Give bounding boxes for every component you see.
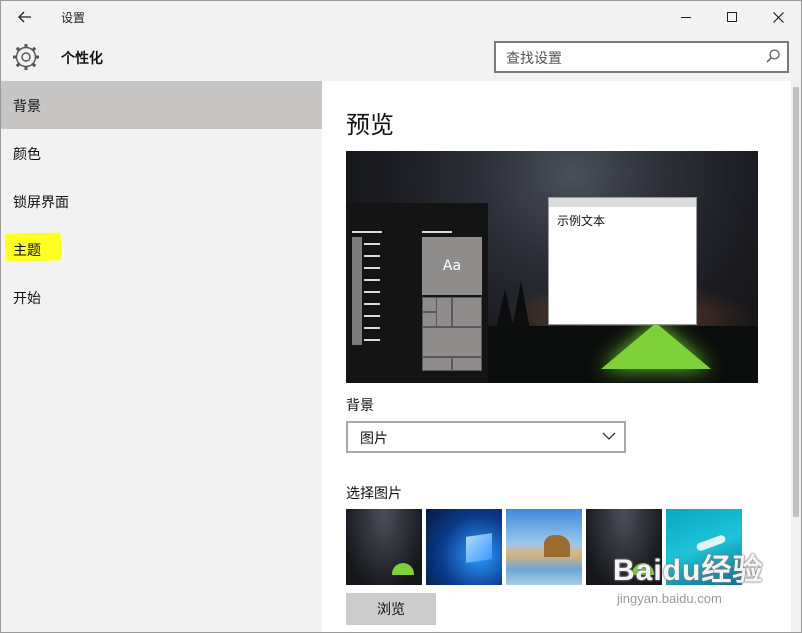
sidebar-item-label: 背景 [13, 99, 41, 115]
watermark-brand: Baidu经验 [613, 554, 764, 587]
browse-button[interactable]: 浏览 [346, 593, 436, 625]
tile-header-line [422, 231, 452, 233]
thumbnail-night-sky[interactable] [346, 509, 422, 585]
sample-window: 示例文本 [548, 197, 697, 325]
search-placeholder: 查找设置 [506, 51, 562, 67]
window-title: 设置 [61, 11, 86, 25]
close-button[interactable] [755, 1, 801, 33]
back-button[interactable] [9, 5, 41, 29]
maximize-icon [727, 12, 737, 22]
gear-icon [13, 44, 39, 70]
sidebar-item-start[interactable]: 开始 [1, 273, 322, 321]
chevron-down-icon [602, 432, 616, 440]
start-menu-line [364, 255, 380, 257]
start-menu-line [364, 243, 380, 245]
live-tile: Aa [422, 237, 482, 295]
start-menu-line [364, 315, 380, 317]
start-menu-line [364, 267, 380, 269]
sample-text: 示例文本 [557, 214, 606, 228]
start-menu-line [364, 327, 380, 329]
tile-grid [422, 297, 482, 371]
scrollbar-thumb[interactable] [793, 87, 799, 517]
start-menu-line [364, 339, 380, 341]
watermark: Baidu经验 jingyan.baidu.com [613, 545, 783, 615]
sidebar-item-label: 主题 [13, 243, 41, 259]
sidebar-item-lock-screen[interactable]: 锁屏界面 [1, 177, 322, 225]
background-select[interactable]: 图片 [346, 421, 626, 453]
preview-heading: 预览 [346, 111, 394, 139]
preview-image: Aa 示例文本 [346, 151, 758, 383]
start-menu-line [352, 231, 382, 233]
background-select-value: 图片 [360, 431, 388, 447]
page-header: 个性化 查找设置 [1, 33, 801, 81]
search-icon[interactable] [765, 48, 781, 64]
search-input[interactable]: 查找设置 [494, 41, 789, 73]
sidebar-item-label: 开始 [13, 291, 41, 307]
sidebar-item-label: 颜色 [13, 147, 41, 163]
close-icon [772, 11, 784, 23]
title-bar: 设置 [1, 1, 801, 33]
watermark-url: jingyan.baidu.com [617, 591, 722, 606]
tent-image [601, 323, 711, 369]
start-menu-line [364, 291, 380, 293]
tree-silhouette [512, 281, 530, 329]
start-menu-line [364, 279, 380, 281]
page-title: 个性化 [61, 51, 103, 67]
minimize-button[interactable] [663, 1, 709, 33]
start-menu-icons [352, 237, 362, 345]
settings-window: 设置 个性化 查找设置 背景 颜色 锁屏界面 主题 开始 预览 Aa 示例文本 … [0, 0, 802, 633]
start-menu-line [364, 303, 380, 305]
choose-picture-label: 选择图片 [346, 486, 402, 502]
scrollbar[interactable] [791, 81, 801, 632]
arrow-left-icon [18, 11, 31, 23]
minimize-icon [681, 16, 691, 18]
sidebar-item-themes[interactable]: 主题 [1, 225, 322, 273]
thumbnail-windows-blue[interactable] [426, 509, 502, 585]
background-label: 背景 [346, 398, 374, 414]
sidebar-item-background[interactable]: 背景 [1, 81, 322, 129]
sidebar-item-colors[interactable]: 颜色 [1, 129, 322, 177]
thumbnail-beach[interactable] [506, 509, 582, 585]
start-menu-preview: Aa [346, 203, 488, 383]
maximize-button[interactable] [709, 1, 755, 33]
sidebar-item-label: 锁屏界面 [13, 195, 69, 211]
sample-window-titlebar [549, 198, 696, 207]
sidebar: 背景 颜色 锁屏界面 主题 开始 [1, 81, 322, 632]
